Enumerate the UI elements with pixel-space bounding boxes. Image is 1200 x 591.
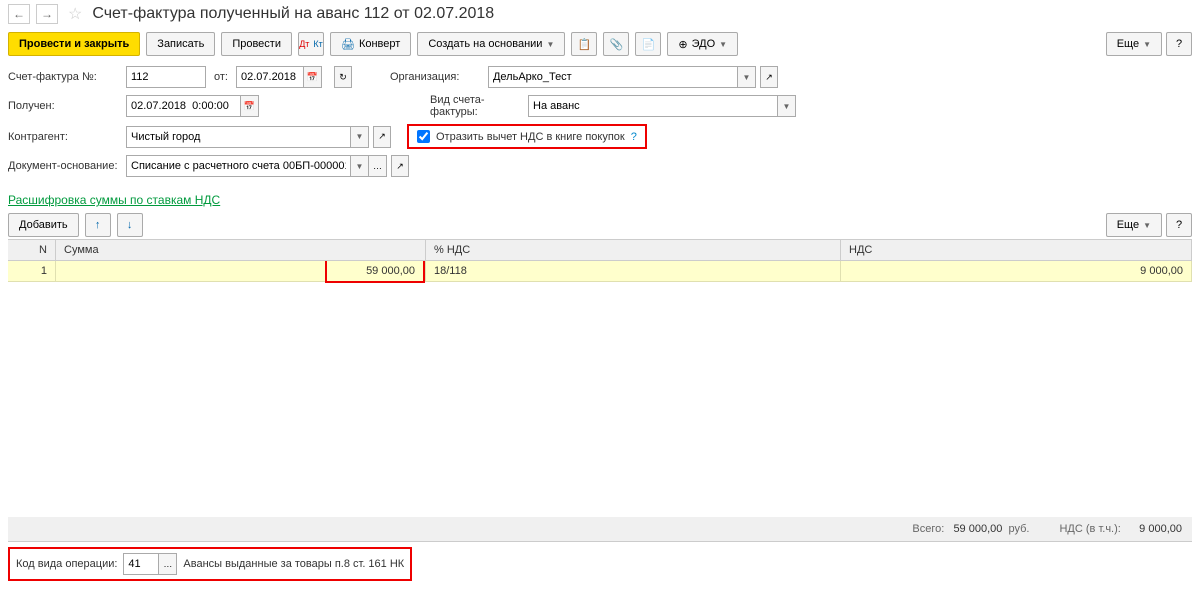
counterparty-dropdown-button[interactable]: ▼ — [351, 126, 369, 148]
nds-grid: N Сумма % НДС НДС 1 59 000,00 18/118 9 0… — [8, 239, 1192, 542]
col-header-n[interactable]: N — [8, 240, 56, 260]
cell-nds: 9 000,00 — [841, 261, 1192, 281]
doc-basis-input[interactable] — [126, 155, 351, 177]
print-icon: 🖨 — [341, 38, 355, 51]
number-label: Счет-фактура №: — [8, 71, 118, 83]
save-button[interactable]: Записать — [146, 32, 215, 56]
calendar-icon-button[interactable]: 📅 — [304, 66, 322, 88]
post-button[interactable]: Провести — [221, 32, 292, 56]
received-label: Получен: — [8, 100, 118, 112]
reflect-nds-label: Отразить вычет НДС в книге покупок — [436, 131, 625, 143]
total-label: Всего: — [912, 523, 944, 535]
currency-label: руб. — [1009, 523, 1030, 535]
table-help-button[interactable]: ? — [1166, 213, 1192, 237]
edo-button[interactable]: ⊕ЭДО▼ — [667, 32, 738, 56]
table-row[interactable]: 1 59 000,00 18/118 9 000,00 — [8, 261, 1192, 282]
reflect-nds-checkbox[interactable] — [417, 130, 430, 143]
reflect-nds-checkbox-wrap: Отразить вычет НДС в книге покупок ? — [407, 124, 647, 149]
received-input[interactable] — [126, 95, 241, 117]
nav-back-button[interactable]: ← — [8, 4, 30, 24]
nds-total-value: 9 000,00 — [1139, 523, 1182, 535]
type-input[interactable] — [528, 95, 778, 117]
page-title: Счет-фактура полученный на аванс 112 от … — [92, 5, 494, 23]
counterparty-input[interactable] — [126, 126, 351, 148]
table-more-button[interactable]: Еще▼ — [1106, 213, 1162, 237]
cell-n: 1 — [8, 261, 56, 281]
convert-button[interactable]: 🖨Конверт — [330, 32, 411, 56]
post-and-close-button[interactable]: Провести и закрыть — [8, 32, 140, 56]
type-label: Вид счета-фактуры: — [430, 94, 520, 118]
list-icon-button[interactable]: 📄 — [635, 32, 661, 56]
nav-forward-button[interactable]: → — [36, 4, 58, 24]
sum-highlight: 59 000,00 — [325, 261, 425, 283]
op-code-text: Авансы выданные за товары п.8 ст. 161 НК — [183, 558, 404, 570]
nds-total-label: НДС (в т.ч.): — [1059, 523, 1120, 535]
section-title: Расшифровка суммы по ставкам НДС — [0, 189, 1200, 211]
org-label: Организация: — [390, 71, 480, 83]
doc-basis-open-button[interactable]: ↗ — [391, 155, 409, 177]
add-row-button[interactable]: Добавить — [8, 213, 79, 237]
col-header-sum[interactable]: Сумма — [56, 240, 426, 260]
register-icon-button[interactable]: 📋 — [571, 32, 597, 56]
doc-basis-select-button[interactable]: … — [369, 155, 387, 177]
total-value: 59 000,00 — [953, 523, 1002, 535]
attach-icon-button[interactable]: 📎 — [603, 32, 629, 56]
more-button[interactable]: Еще▼ — [1106, 32, 1162, 56]
counterparty-label: Контрагент: — [8, 131, 118, 143]
col-header-nds[interactable]: НДС — [841, 240, 1192, 260]
op-code-select-button[interactable]: … — [159, 553, 177, 575]
cell-sum: 59 000,00 — [56, 261, 426, 281]
create-based-button[interactable]: Создать на основании▼ — [417, 32, 565, 56]
globe-icon: ⊕ — [678, 38, 687, 51]
help-icon[interactable]: ? — [631, 131, 637, 143]
number-input[interactable] — [126, 66, 206, 88]
help-button[interactable]: ? — [1166, 32, 1192, 56]
org-open-button[interactable]: ↗ — [760, 66, 778, 88]
type-dropdown-button[interactable]: ▼ — [778, 95, 796, 117]
op-code-label: Код вида операции: — [16, 558, 117, 570]
move-up-button[interactable]: ↑ — [85, 213, 111, 237]
received-calendar-button[interactable]: 📅 — [241, 95, 259, 117]
org-input[interactable] — [488, 66, 738, 88]
doc-basis-label: Документ-основание: — [8, 160, 118, 172]
refresh-icon-button[interactable]: ↻ — [334, 66, 352, 88]
op-code-input[interactable] — [123, 553, 159, 575]
counterparty-open-button[interactable]: ↗ — [373, 126, 391, 148]
footer-op-code: Код вида операции: … Авансы выданные за … — [8, 547, 412, 581]
from-label: от: — [214, 71, 228, 83]
move-down-button[interactable]: ↓ — [117, 213, 143, 237]
dt-kt-icon-button[interactable]: ДтКт — [298, 32, 324, 56]
favorite-star-icon[interactable]: ☆ — [68, 4, 82, 24]
totals-bar: Всего: 59 000,00 руб. НДС (в т.ч.): 9 00… — [8, 517, 1192, 541]
date-input[interactable] — [236, 66, 304, 88]
doc-basis-dropdown-button[interactable]: ▼ — [351, 155, 369, 177]
org-dropdown-button[interactable]: ▼ — [738, 66, 756, 88]
col-header-pct[interactable]: % НДС — [426, 240, 841, 260]
cell-pct: 18/118 — [426, 261, 841, 281]
